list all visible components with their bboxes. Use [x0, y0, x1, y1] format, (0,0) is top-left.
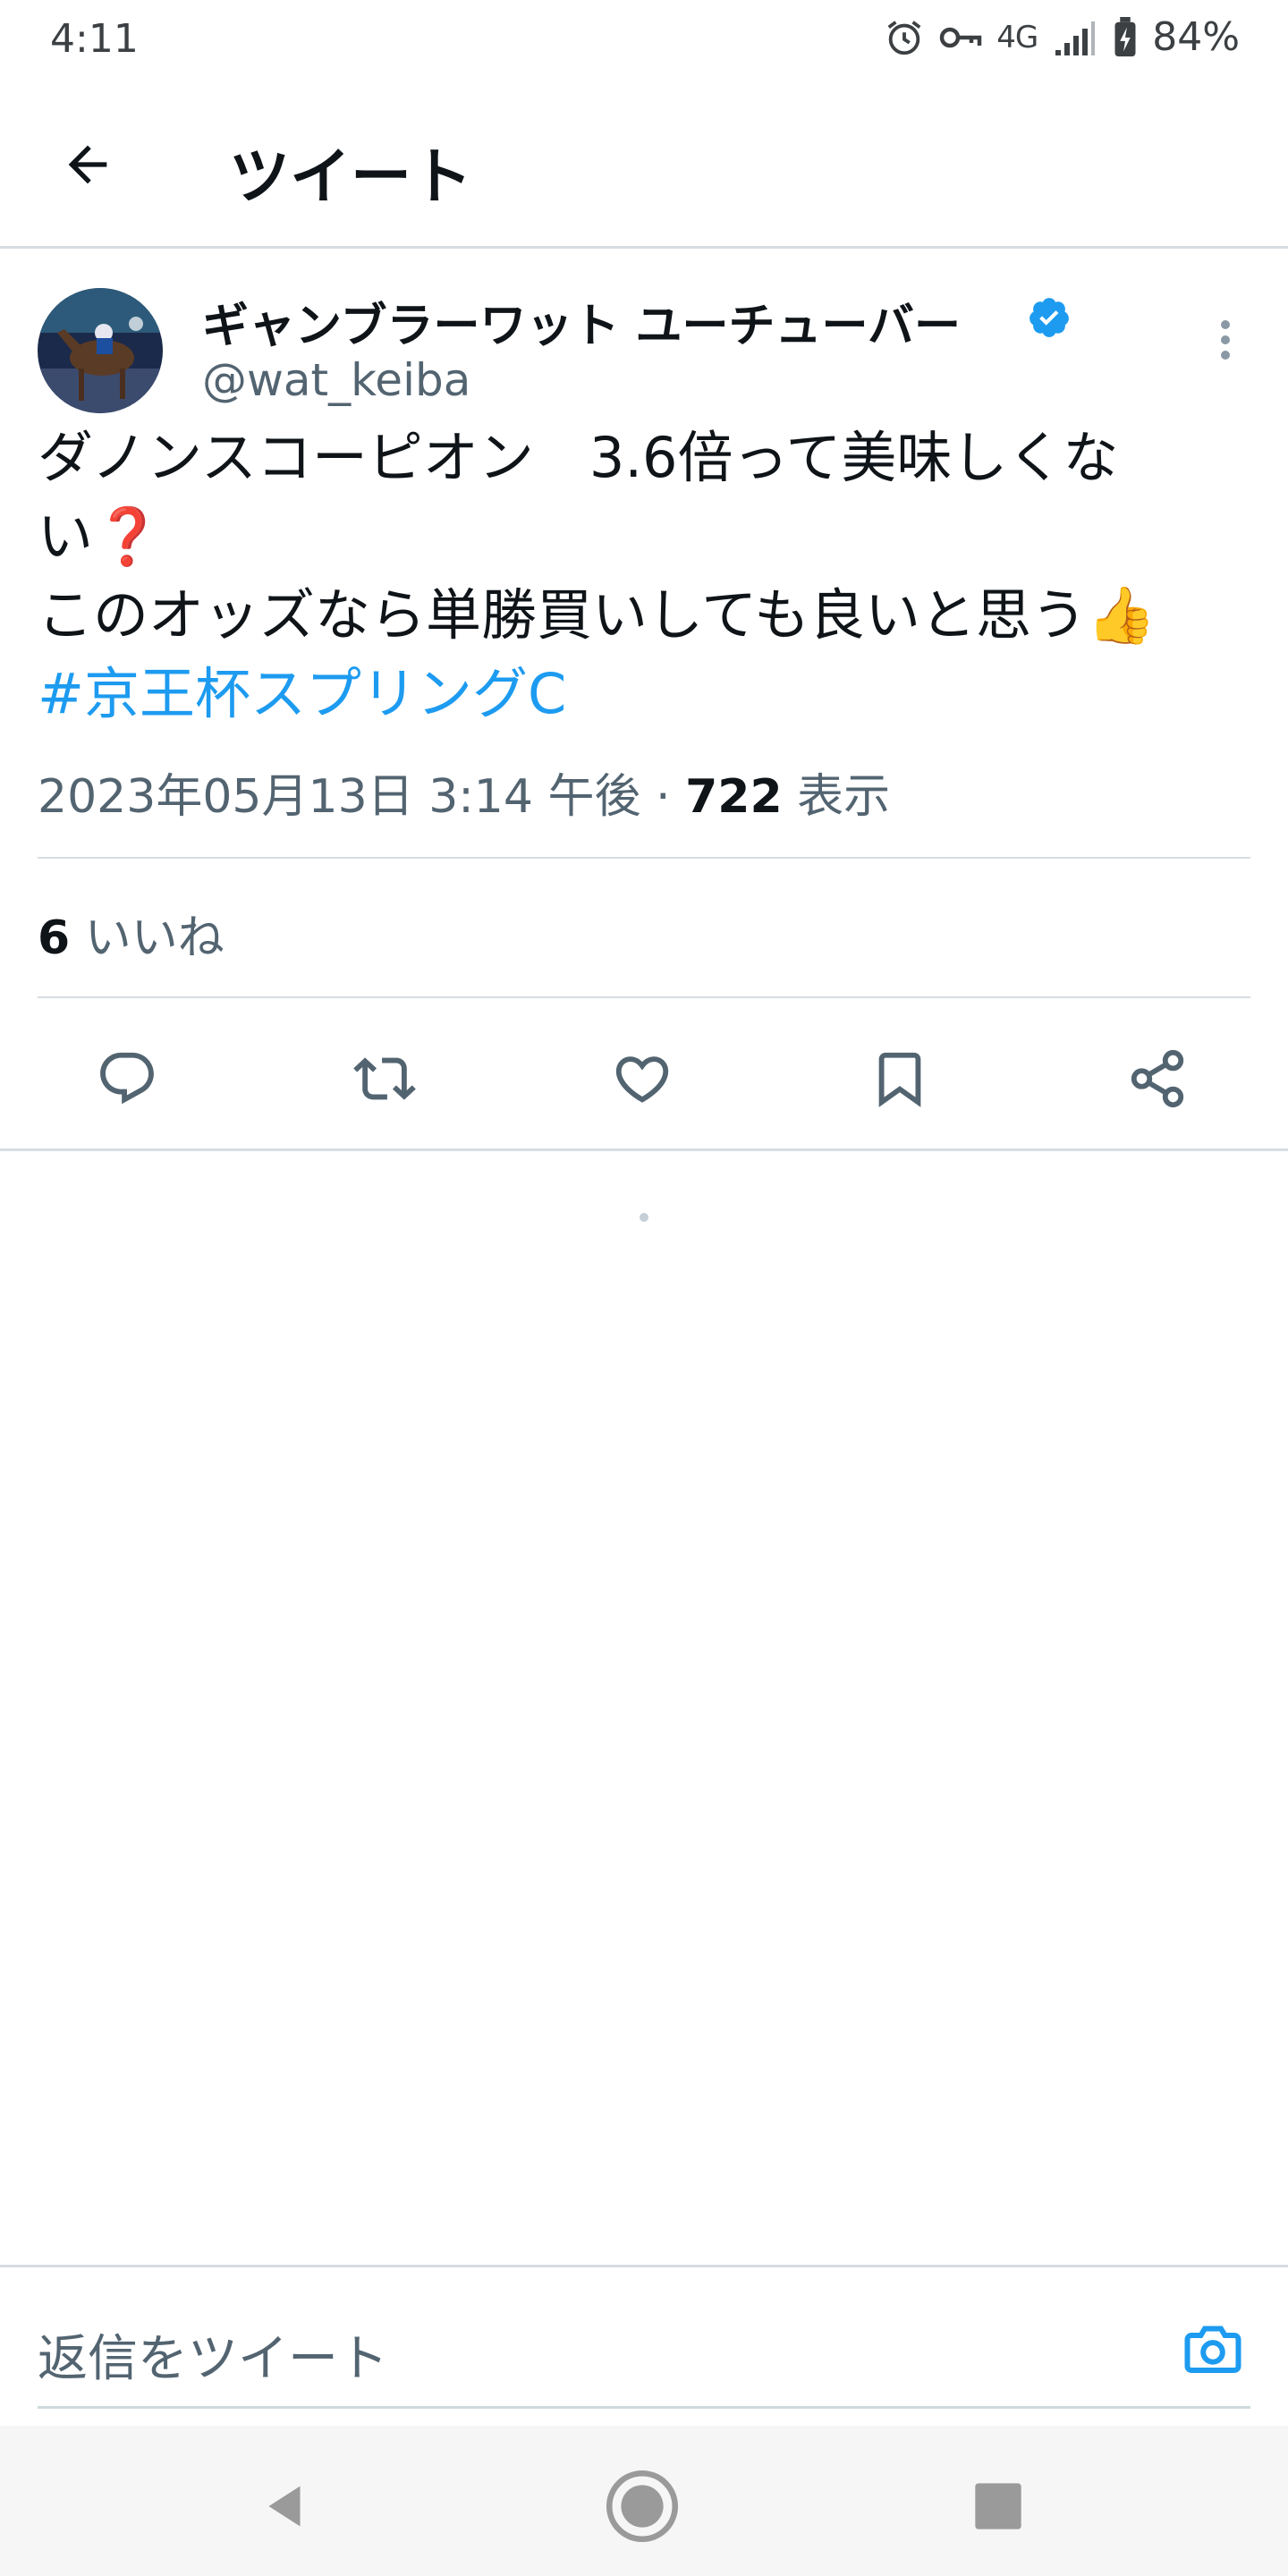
network-label: 4G	[996, 19, 1038, 55]
more-vertical-icon	[1221, 320, 1230, 360]
tweet-text-line: い❓	[38, 504, 163, 569]
status-bar: 4:11 4G 84%	[0, 0, 1288, 80]
tweet-text-line: このオッズなら単勝買いしても良いと思う👍	[38, 582, 1157, 648]
reply-bar-divider	[0, 2265, 1288, 2267]
loading-indicator	[640, 1213, 648, 1222]
reply-icon	[100, 1052, 154, 1105]
share-icon	[1131, 1049, 1184, 1108]
views-label: 表示	[782, 770, 891, 824]
reply-input[interactable]: 返信をツイート	[38, 2318, 388, 2391]
camera-icon	[1184, 2326, 1241, 2373]
bookmark-button[interactable]	[866, 1045, 934, 1113]
nav-recents-button[interactable]	[961, 2469, 1036, 2544]
retweet-icon	[353, 1057, 416, 1100]
recents-square-icon	[975, 2483, 1021, 2529]
app-header: ツイート	[0, 80, 1288, 249]
retweet-button[interactable]	[351, 1045, 419, 1113]
reply-input-underline	[38, 2406, 1250, 2409]
camera-button[interactable]	[1177, 2313, 1249, 2385]
tweet-text-line: ダノンスコーピオン 3.6倍って美味しくな	[38, 425, 1119, 490]
back-triangle-icon	[268, 2486, 301, 2527]
hashtag-link[interactable]: #京王杯スプリングC	[38, 655, 1263, 733]
action-bar	[0, 1029, 1288, 1127]
status-time: 4:11	[50, 16, 139, 62]
battery-icon	[1113, 16, 1138, 58]
nav-home-button[interactable]	[605, 2469, 680, 2544]
battery-percent: 84%	[1152, 14, 1240, 60]
vpn-key-icon	[939, 24, 982, 51]
likes-label: いいね	[70, 911, 225, 965]
author-handle[interactable]: @wat_keiba	[202, 354, 470, 406]
tweet-text: ダノンスコーピオン 3.6倍って美味しくな い❓ このオッズなら単勝買いしても良…	[38, 419, 1263, 733]
bookmark-icon	[878, 1052, 921, 1107]
nav-back-button[interactable]	[247, 2469, 322, 2544]
reply-button[interactable]	[93, 1045, 161, 1113]
likes-row[interactable]: 6 いいね	[38, 900, 225, 967]
likes-count: 6	[38, 911, 71, 965]
tweet-timestamp: 2023年05月13日 3:14 午後 ·	[38, 770, 686, 824]
divider	[0, 1148, 1288, 1151]
views-count[interactable]: 722	[685, 770, 783, 824]
share-button[interactable]	[1123, 1045, 1191, 1113]
status-icons: 4G 84%	[884, 14, 1240, 60]
avatar[interactable]	[38, 288, 163, 413]
back-button[interactable]	[43, 120, 132, 209]
page-title: ツイート	[229, 142, 473, 213]
like-icon	[615, 1056, 669, 1103]
more-options-button[interactable]	[1199, 313, 1252, 367]
home-circle-icon	[606, 2470, 679, 2543]
like-button[interactable]	[608, 1045, 676, 1113]
divider	[38, 996, 1250, 998]
signal-icon	[1052, 18, 1098, 57]
system-nav-bar	[0, 2426, 1288, 2576]
alarm-icon	[884, 17, 925, 58]
arrow-left-icon	[68, 145, 107, 184]
verified-badge-icon	[1030, 298, 1069, 337]
tweet-meta: 2023年05月13日 3:14 午後 · 722 表示	[38, 758, 890, 826]
divider	[38, 857, 1250, 859]
author-name[interactable]: ギャンブラーワット ユーチューバー	[202, 288, 961, 355]
